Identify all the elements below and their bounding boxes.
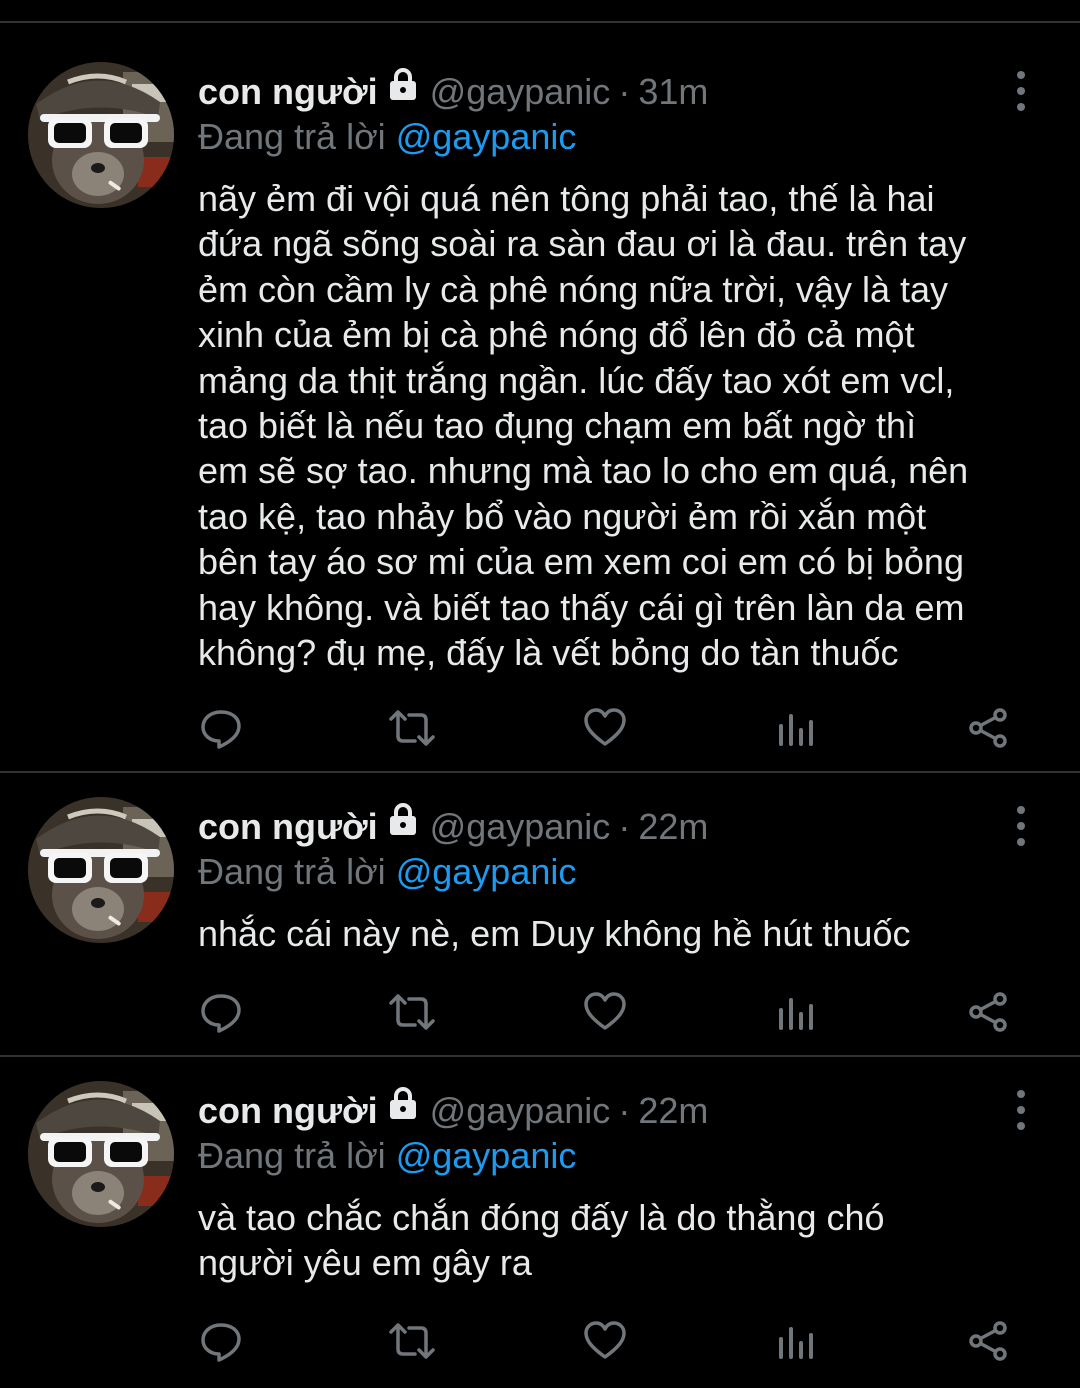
reply-mention-link[interactable]: @gaypanic	[396, 1135, 577, 1176]
reply-mention-link[interactable]: @gaypanic	[396, 116, 577, 157]
handle[interactable]: @gaypanic	[430, 70, 611, 114]
share-icon[interactable]	[963, 987, 1013, 1037]
raccoon-avatar-image	[28, 62, 174, 208]
tweet-divider	[0, 771, 1080, 773]
meta-separator: ·	[618, 806, 631, 847]
replying-to: Đang trả lời @gaypanic	[198, 850, 576, 894]
tweet-header: con người @gaypanic · 22m	[198, 1086, 708, 1133]
share-icon[interactable]	[963, 703, 1013, 753]
tweet-text: và tao chắc chắn đóng đấy là do thằng ch…	[198, 1197, 885, 1284]
replying-to-label: Đang trả lời	[198, 851, 386, 892]
raccoon-avatar-image	[28, 797, 174, 943]
handle[interactable]: @gaypanic	[430, 1089, 611, 1133]
timestamp[interactable]: 22m	[638, 1089, 708, 1133]
tweet-actions	[0, 1316, 1080, 1366]
more-vertical-icon[interactable]	[1006, 71, 1036, 111]
heart-icon[interactable]	[580, 1316, 630, 1366]
tweet-actions	[0, 703, 1080, 753]
heart-icon[interactable]	[580, 987, 630, 1037]
top-divider	[0, 21, 1080, 23]
replying-to-label: Đang trả lời	[198, 116, 386, 157]
meta-separator: ·	[618, 1090, 631, 1131]
heart-icon[interactable]	[580, 703, 630, 753]
analytics-icon[interactable]	[771, 703, 821, 753]
reply-icon[interactable]	[196, 987, 246, 1037]
display-name[interactable]: con người	[198, 1089, 378, 1133]
tweet-text: nhắc cái này nè, em Duy không hề hút thu…	[198, 913, 911, 954]
display-name[interactable]: con người	[198, 70, 378, 114]
tweet-text: nãy ẻm đi vội quá nên tông phải tao, thế…	[198, 178, 969, 674]
timestamp[interactable]: 22m	[638, 805, 708, 849]
avatar[interactable]	[28, 797, 174, 943]
replying-to: Đang trả lời @gaypanic	[198, 115, 576, 159]
tweet-actions	[0, 987, 1080, 1037]
reply-icon[interactable]	[196, 1316, 246, 1366]
meta-separator: ·	[618, 71, 631, 112]
timestamp[interactable]: 31m	[638, 70, 708, 114]
share-icon[interactable]	[963, 1316, 1013, 1366]
replying-to: Đang trả lời @gaypanic	[198, 1134, 576, 1178]
retweet-icon[interactable]	[387, 1316, 437, 1366]
lock-icon	[388, 802, 418, 846]
lock-icon	[388, 1086, 418, 1130]
retweet-icon[interactable]	[387, 987, 437, 1037]
tweet-divider	[0, 1055, 1080, 1057]
avatar[interactable]	[28, 62, 174, 208]
raccoon-avatar-image	[28, 1081, 174, 1227]
analytics-icon[interactable]	[771, 1316, 821, 1366]
replying-to-label: Đang trả lời	[198, 1135, 386, 1176]
display-name[interactable]: con người	[198, 805, 378, 849]
avatar[interactable]	[28, 1081, 174, 1227]
analytics-icon[interactable]	[771, 987, 821, 1037]
reply-icon[interactable]	[196, 703, 246, 753]
tweet-header: con người @gaypanic · 31m	[198, 67, 708, 114]
handle[interactable]: @gaypanic	[430, 805, 611, 849]
more-vertical-icon[interactable]	[1006, 1090, 1036, 1130]
retweet-icon[interactable]	[387, 703, 437, 753]
tweet-header: con người @gaypanic · 22m	[198, 802, 708, 849]
lock-icon	[388, 67, 418, 111]
reply-mention-link[interactable]: @gaypanic	[396, 851, 577, 892]
more-vertical-icon[interactable]	[1006, 806, 1036, 846]
